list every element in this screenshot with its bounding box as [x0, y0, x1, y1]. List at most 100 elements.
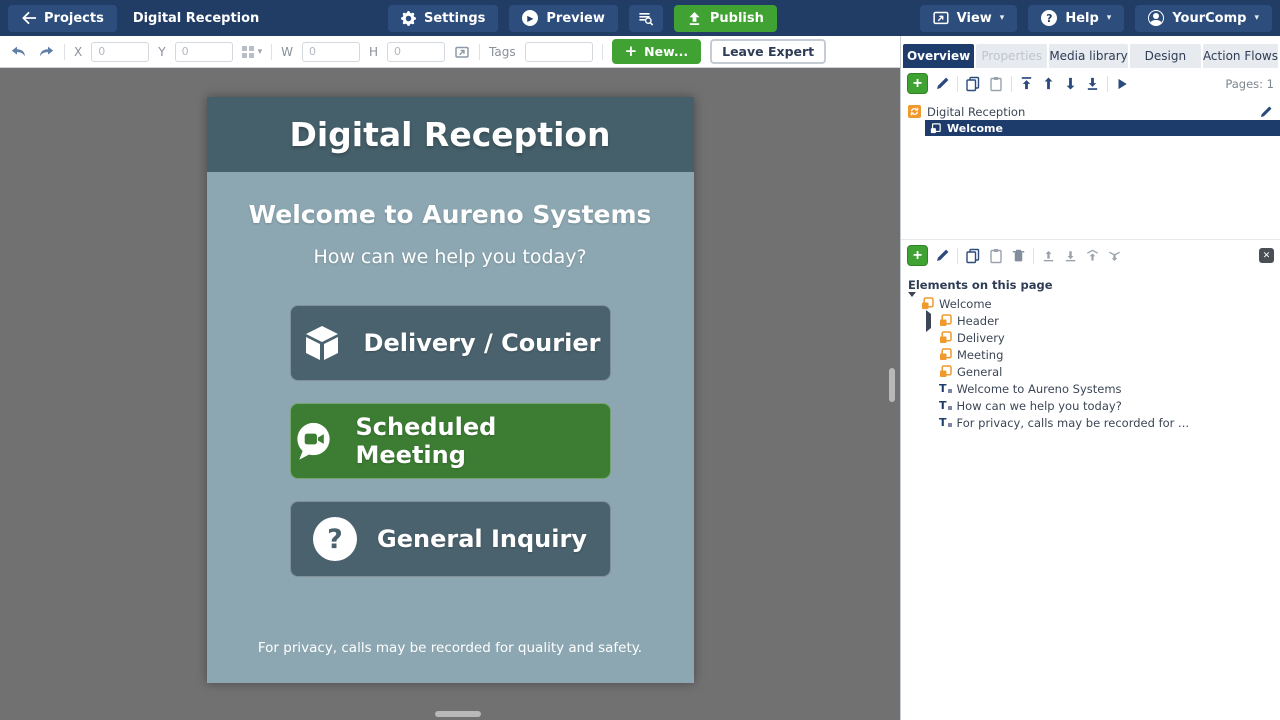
move-page-down-button[interactable] [1063, 76, 1078, 91]
y-label: Y [158, 45, 165, 59]
tab-media-library[interactable]: Media library [1049, 44, 1127, 68]
kiosk-welcome-subtitle: How can we help you today? [313, 246, 586, 268]
edit-element-button[interactable] [935, 248, 950, 263]
y-input[interactable] [175, 42, 233, 62]
add-page-button[interactable]: + [907, 73, 928, 94]
element-item-general[interactable]: General [901, 363, 1280, 380]
x-input[interactable] [91, 42, 149, 62]
copy-icon [965, 248, 981, 264]
activity-log-button[interactable] [629, 5, 663, 32]
redo-button[interactable] [37, 44, 55, 59]
tags-input[interactable] [525, 42, 593, 62]
element-item-welcome-text[interactable]: T Welcome to Aureno Systems [901, 380, 1280, 397]
kiosk-welcome-title: Welcome to Aureno Systems [249, 200, 652, 229]
person-circle-icon [1148, 10, 1164, 26]
raise-layer-icon [1041, 248, 1056, 263]
kiosk-canvas[interactable]: Digital Reception Welcome to Aureno Syst… [207, 97, 694, 683]
element-item-privacy-text[interactable]: T For privacy, calls may be recorded for… [901, 414, 1280, 431]
group-icon [921, 297, 934, 310]
inspector-panel: Overview Properties Media library Design… [900, 36, 1280, 720]
kiosk-button-stack: Delivery / Courier Scheduled Meeting [290, 305, 611, 577]
tree-item-page-welcome[interactable]: Welcome [925, 120, 1280, 136]
width-input[interactable] [302, 42, 360, 62]
element-item-header[interactable]: Header [901, 312, 1280, 329]
divider [1033, 248, 1034, 264]
tab-action-flows[interactable]: Action Flows [1203, 44, 1278, 68]
vertical-scrollbar-thumb[interactable] [889, 368, 895, 402]
help-menu-button[interactable]: ? Help ▾ [1028, 5, 1124, 32]
paste-page-button[interactable] [988, 76, 1004, 92]
element-item-delivery[interactable]: Delivery [901, 329, 1280, 346]
project-title: Digital Reception [133, 11, 260, 26]
question-circle-icon: ? [1041, 10, 1057, 26]
undo-icon [10, 44, 28, 59]
add-element-button[interactable]: + [907, 245, 928, 266]
design-workspace[interactable]: Digital Reception Welcome to Aureno Syst… [0, 68, 900, 720]
elements-tree: Welcome Header Delivery Meeting General … [901, 295, 1280, 431]
leave-expert-button[interactable]: Leave Expert [710, 39, 826, 64]
kiosk-button-label: Delivery / Courier [364, 329, 601, 357]
clear-selection-button[interactable]: ✕ [1259, 248, 1274, 263]
kiosk-header[interactable]: Digital Reception [207, 97, 694, 172]
raise-layer-button[interactable] [1041, 248, 1056, 263]
element-label: Welcome [939, 297, 992, 311]
preview-button[interactable]: ▶ Preview [509, 5, 618, 32]
lower-layer-button[interactable] [1063, 248, 1078, 263]
scheduled-meeting-button[interactable]: Scheduled Meeting [290, 403, 611, 479]
move-page-top-button[interactable] [1019, 76, 1034, 91]
chevron-right-icon[interactable] [926, 314, 934, 328]
rename-project-button[interactable] [1259, 105, 1273, 119]
height-input[interactable] [387, 42, 445, 62]
video-chat-icon [291, 418, 336, 464]
general-inquiry-button[interactable]: ? General Inquiry [290, 501, 611, 577]
x-label: X [74, 45, 82, 59]
element-item-help-text[interactable]: T How can we help you today? [901, 397, 1280, 414]
send-back-icon [1107, 248, 1122, 263]
publish-button[interactable]: Publish [674, 5, 777, 32]
tags-label: Tags [489, 45, 516, 59]
delete-element-button[interactable] [1011, 248, 1026, 263]
send-back-button[interactable] [1107, 248, 1122, 263]
play-icon [1115, 77, 1129, 91]
new-element-button[interactable]: + New... [612, 39, 702, 64]
pages-count: Pages: 1 [1225, 77, 1274, 91]
copy-page-button[interactable] [965, 76, 981, 92]
back-to-projects-button[interactable]: Projects [8, 5, 117, 32]
bring-front-button[interactable] [1085, 248, 1100, 263]
delivery-courier-button[interactable]: Delivery / Courier [290, 305, 611, 381]
settings-label: Settings [424, 11, 485, 26]
settings-button[interactable]: Settings [388, 5, 498, 32]
account-menu-button[interactable]: YourComp ▾ [1135, 5, 1272, 32]
undo-button[interactable] [10, 44, 28, 59]
chevron-down-icon: ▾ [1000, 13, 1005, 23]
kiosk-button-label: Scheduled Meeting [356, 413, 610, 469]
move-page-up-button[interactable] [1041, 76, 1056, 91]
anchor-point-selector[interactable]: ▾ [242, 46, 263, 58]
new-button-label: New... [644, 44, 688, 59]
tree-item-project[interactable]: Digital Reception [901, 103, 1280, 120]
copy-element-button[interactable] [965, 248, 981, 264]
tab-overview[interactable]: Overview [903, 44, 974, 68]
tab-design[interactable]: Design [1130, 44, 1201, 68]
chevron-down-icon[interactable] [908, 297, 916, 311]
element-label: Header [957, 314, 999, 328]
resize-mode-button[interactable] [454, 44, 470, 59]
element-item-meeting[interactable]: Meeting [901, 346, 1280, 363]
play-page-button[interactable] [1115, 77, 1129, 91]
divider [957, 248, 958, 264]
kiosk-privacy-note: For privacy, calls may be recorded for q… [207, 640, 694, 656]
package-icon [300, 321, 344, 365]
move-bottom-icon [1085, 76, 1100, 91]
horizontal-scrollbar-thumb[interactable] [435, 711, 481, 717]
view-menu-button[interactable]: View ▾ [920, 5, 1018, 32]
elements-heading: Elements on this page [901, 271, 1280, 295]
kiosk-body[interactable]: Welcome to Aureno Systems How can we hel… [207, 172, 694, 683]
tab-properties[interactable]: Properties [976, 44, 1047, 68]
element-item-welcome[interactable]: Welcome [901, 295, 1280, 312]
divider [64, 44, 65, 60]
move-page-bottom-button[interactable] [1085, 76, 1100, 91]
account-label: YourComp [1172, 11, 1246, 26]
page-icon [930, 123, 941, 134]
paste-element-button[interactable] [988, 248, 1004, 264]
edit-page-button[interactable] [935, 76, 950, 91]
